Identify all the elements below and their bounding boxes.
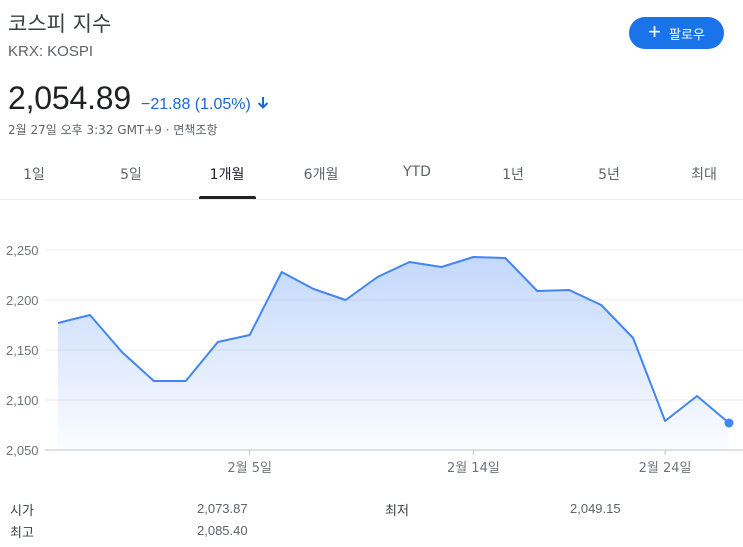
timestamp-disclaimer: 2월 27일 오후 3:32 GMT+9 · 면책조항 <box>8 123 218 137</box>
current-price: 2,054.89 <box>8 80 131 116</box>
page-title: 코스피 지수 <box>8 12 112 36</box>
data-point <box>344 298 348 302</box>
last-price-marker <box>724 418 734 428</box>
tab-max[interactable]: 최대 <box>691 164 717 184</box>
open-value: 2,073.87 <box>197 501 248 516</box>
data-point <box>312 287 316 291</box>
follow-button-label: 팔로우 <box>668 27 705 43</box>
data-point <box>471 255 475 259</box>
x-tick-label: 2월 5일 <box>227 461 272 476</box>
data-point <box>88 313 92 317</box>
y-tick-label: 2,100 <box>6 393 39 408</box>
price-chart[interactable]: 2,250 2,200 2,150 2,100 2,050 2월 5일 2월 14일 2월 2… <box>0 220 743 480</box>
y-tick-label: 2,250 <box>6 243 39 258</box>
high-label: 최고 <box>10 526 34 541</box>
plus-icon: + <box>648 19 661 44</box>
low-label: 최저 <box>385 504 409 519</box>
data-point <box>535 289 539 293</box>
follow-button[interactable]: + 팔로우 <box>629 17 724 49</box>
y-tick-label: 2,150 <box>6 343 39 358</box>
data-point <box>280 270 284 274</box>
y-tick-label: 2,050 <box>6 443 39 458</box>
data-point <box>152 379 156 383</box>
tab-1m[interactable]: 1개월 <box>210 164 245 184</box>
tab-5y[interactable]: 5년 <box>598 164 620 184</box>
data-point <box>184 379 188 383</box>
price-change: −21.88 (1.05%) <box>140 96 251 113</box>
y-tick-label: 2,200 <box>6 293 39 308</box>
data-point <box>631 336 635 340</box>
arrow-down-icon <box>257 95 269 109</box>
data-point <box>599 303 603 307</box>
data-point <box>56 321 60 325</box>
x-tick-label: 2월 14일 <box>447 461 500 476</box>
data-point <box>695 394 699 398</box>
data-point <box>216 340 220 344</box>
data-point <box>503 256 507 260</box>
range-tabs: 1일 5일 1개월 6개월 YTD 1년 5년 최대 <box>0 150 743 200</box>
data-point <box>248 333 252 337</box>
data-point <box>120 350 124 354</box>
tab-5d[interactable]: 5일 <box>120 164 142 184</box>
tab-1y[interactable]: 1년 <box>502 164 524 184</box>
data-point <box>567 288 571 292</box>
tab-1d[interactable]: 1일 <box>23 164 45 184</box>
price-area-fill <box>58 257 729 450</box>
data-point <box>439 265 443 269</box>
data-point <box>663 419 667 423</box>
low-value: 2,049.15 <box>570 501 621 516</box>
open-label: 시가 <box>10 504 34 519</box>
active-tab-indicator <box>199 196 256 199</box>
data-point <box>376 275 380 279</box>
x-tick-label: 2월 24일 <box>639 461 692 476</box>
tab-ytd[interactable]: YTD <box>403 164 431 180</box>
tab-6m[interactable]: 6개월 <box>304 164 339 184</box>
high-value: 2,085.40 <box>197 523 248 538</box>
quote-row: 2,054.89 −21.88 (1.05%) <box>8 80 269 117</box>
ticker-symbol: KRX: KOSPI <box>8 43 94 60</box>
data-point <box>407 260 411 264</box>
